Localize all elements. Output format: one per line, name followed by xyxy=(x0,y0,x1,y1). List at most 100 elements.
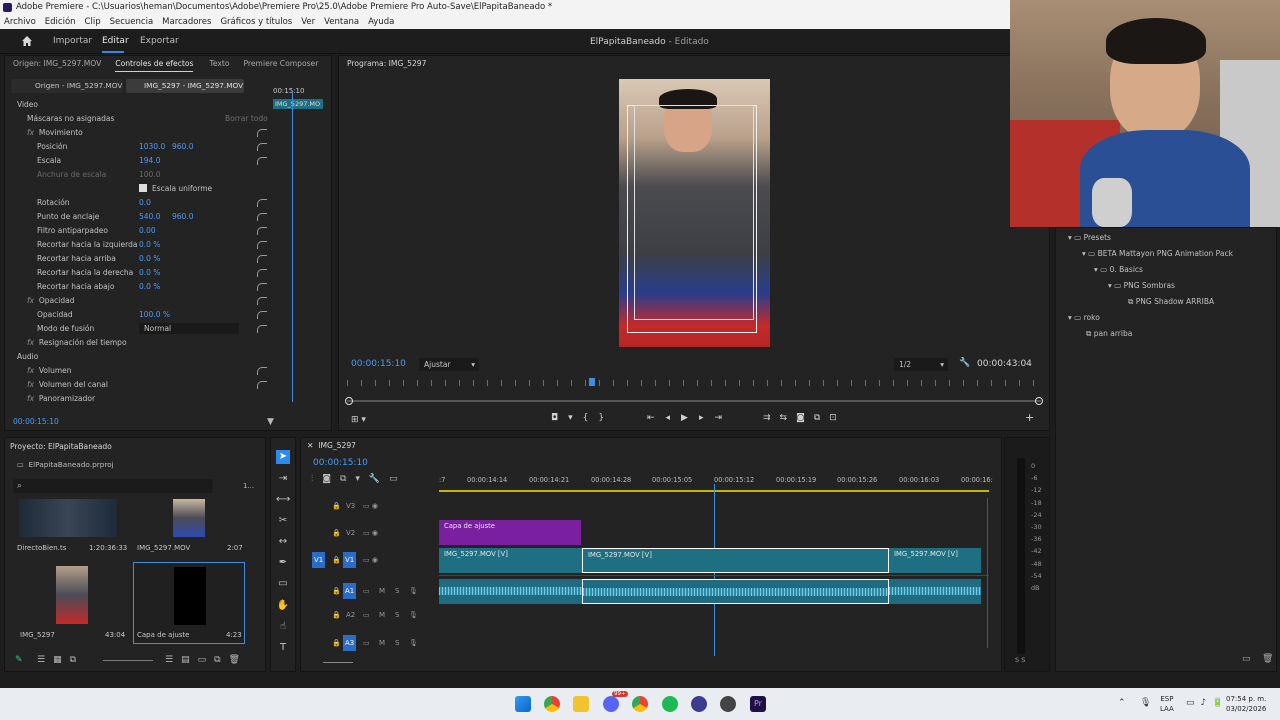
source-patch-v1[interactable]: V1 xyxy=(312,552,326,568)
project-tab[interactable]: Proyecto: ElPapitaBaneado xyxy=(10,442,112,451)
reset-icon[interactable] xyxy=(257,283,267,291)
premiere-taskbar-icon[interactable]: Pr xyxy=(750,696,766,712)
start-icon[interactable] xyxy=(515,696,531,712)
timeline-tool-icons[interactable]: ⫶◙⧉▾🔧▭ xyxy=(311,474,407,484)
view-mode-icons[interactable]: ☰▦⧉ xyxy=(37,655,84,665)
tree-png-shadow-arriba[interactable]: ⧉ PNG Shadow ARRIBA xyxy=(1128,295,1214,308)
uniform-scale-row[interactable]: Escala uniforme xyxy=(139,182,259,195)
clock[interactable]: 07:54 p. m. 03/02/2026 xyxy=(1226,694,1266,714)
tree-basics[interactable]: ▾ ▭ 0. Basics xyxy=(1094,263,1143,276)
crop-left-value[interactable]: 0.0 % xyxy=(139,238,160,251)
program-timecode[interactable]: 00:00:15:10 xyxy=(351,359,406,369)
scale-value[interactable]: 194.0 xyxy=(139,154,160,167)
project-search-input[interactable]: ⌕ xyxy=(13,479,213,493)
tray-arrow-icon[interactable]: ⌃ xyxy=(1118,698,1126,708)
position-x[interactable]: 1030.0 xyxy=(139,140,165,153)
position-y[interactable]: 960.0 xyxy=(172,140,193,153)
zoom-handle-right[interactable] xyxy=(1035,397,1043,405)
razor-tool-icon[interactable]: ✂ xyxy=(276,514,290,528)
add-button-icon[interactable]: + xyxy=(1025,411,1034,424)
channel-volume-row[interactable]: fx Volumen del canal xyxy=(27,378,267,391)
mini-timeline-clip[interactable]: IMG_5297.MO xyxy=(273,99,323,109)
clear-all-button[interactable]: Borrar todo xyxy=(225,112,268,125)
tree-presets[interactable]: ▾ ▭ Presets xyxy=(1068,231,1111,244)
clip-adjustment-layer[interactable]: Capa de ajuste xyxy=(439,520,581,545)
menu-ayuda[interactable]: Ayuda xyxy=(368,15,394,29)
thumb-directobien[interactable] xyxy=(19,499,117,537)
nav-editar[interactable]: Editar xyxy=(102,36,129,46)
menu-edicion[interactable]: Edición xyxy=(45,15,76,29)
reset-icon[interactable] xyxy=(257,297,267,305)
home-icon[interactable] xyxy=(21,35,33,47)
track-select-tool-icon[interactable]: ⇥ xyxy=(276,472,290,486)
rectangle-tool-icon[interactable]: ▭ xyxy=(276,577,290,591)
transport-controls[interactable]: ⇤◂▶▸⇥ xyxy=(647,413,733,423)
selection-tool-icon[interactable]: ➤ xyxy=(276,450,290,464)
audio-clip-a1-1[interactable] xyxy=(439,579,582,604)
reset-icon[interactable] xyxy=(257,157,267,165)
motion-row[interactable]: fx Movimiento xyxy=(27,126,267,139)
mini-playhead[interactable] xyxy=(292,92,293,402)
hand-tool-alt-icon[interactable]: ☝ xyxy=(276,620,290,634)
type-tool-icon[interactable]: T xyxy=(276,641,290,655)
tab-premiere-composer[interactable]: Premiere Composer xyxy=(243,56,318,72)
obs-icon[interactable] xyxy=(691,696,707,712)
reset-icon[interactable] xyxy=(257,227,267,235)
menu-clip[interactable]: Clip xyxy=(85,15,101,29)
crop-right-value[interactable]: 0.0 % xyxy=(139,266,160,279)
tree-png-sombras[interactable]: ▾ ▭ PNG Sombras xyxy=(1108,279,1175,292)
reset-icon[interactable] xyxy=(257,311,267,319)
delete-icon[interactable]: 🗑 xyxy=(1262,654,1273,664)
audio-clip-a1-2[interactable] xyxy=(582,579,889,604)
clip-v1-3[interactable]: IMG_5297.MOV [V] xyxy=(889,548,981,573)
program-video-frame[interactable] xyxy=(619,79,770,347)
anchor-x[interactable]: 540.0 xyxy=(139,210,160,223)
audio-clip-a1-3[interactable] xyxy=(889,579,981,604)
crop-top-value[interactable]: 0.0 % xyxy=(139,252,160,265)
pen-tool-icon[interactable]: ✒ xyxy=(276,556,290,570)
edit-controls[interactable]: ⇉⇆◙⧉⊡ xyxy=(763,413,846,423)
tree-roko[interactable]: ▾ ▭ roko xyxy=(1068,311,1100,324)
reset-icon[interactable] xyxy=(257,367,267,375)
slip-tool-icon[interactable]: ↔ xyxy=(276,535,290,549)
marker-controls[interactable]: ◘▾{} xyxy=(551,413,614,423)
effects-timecode[interactable]: 00:00:15:10 xyxy=(13,417,59,426)
thumb-size-slider[interactable] xyxy=(103,660,153,661)
menu-archivo[interactable]: Archivo xyxy=(4,15,36,29)
reset-icon[interactable] xyxy=(257,199,267,207)
menu-ver[interactable]: Ver xyxy=(301,15,315,29)
project-action-icons[interactable]: ☰▤▭⧉🗑 xyxy=(165,655,248,665)
rotation-value[interactable]: 0.0 xyxy=(139,196,151,209)
nav-importar[interactable]: Importar xyxy=(53,36,92,46)
flicker-value[interactable]: 0.00 xyxy=(139,224,156,237)
clip-v1-1[interactable]: IMG_5297.MOV [V] xyxy=(439,548,582,573)
fit-select[interactable]: Ajustar ▾ xyxy=(419,358,479,371)
menu-ventana[interactable]: Ventana xyxy=(324,15,359,29)
reset-icon[interactable] xyxy=(257,269,267,277)
timeline-zoom-bar[interactable] xyxy=(323,662,353,663)
tree-pan-arriba[interactable]: ⧉ pan arriba xyxy=(1086,327,1132,340)
hand-tool-icon[interactable]: ✋ xyxy=(276,599,290,613)
menu-secuencia[interactable]: Secuencia xyxy=(110,15,154,29)
tab-text[interactable]: Texto xyxy=(209,56,229,72)
wrench-icon[interactable]: 🔧 xyxy=(959,358,970,368)
pencil-icon[interactable]: ✎ xyxy=(15,655,23,665)
discord-icon[interactable] xyxy=(603,696,619,712)
thumb-img5297-mov[interactable] xyxy=(173,499,205,537)
panner-row[interactable]: fx Panoramizador xyxy=(27,392,267,405)
file-explorer-icon[interactable] xyxy=(573,696,589,712)
filter-icon[interactable]: ▼ xyxy=(267,417,274,427)
program-playhead[interactable] xyxy=(589,378,595,386)
anchor-y[interactable]: 960.0 xyxy=(172,210,193,223)
zoom-scrollbar[interactable] xyxy=(347,400,1041,402)
sequence-clip-tab[interactable]: IMG_5297 - IMG_5297.MOV xyxy=(126,79,244,93)
chrome-alt-icon[interactable] xyxy=(632,696,648,712)
timeline-timecode[interactable]: 00:00:15:10 xyxy=(313,458,368,468)
reset-icon[interactable] xyxy=(257,213,267,221)
volume-row[interactable]: fx Volumen xyxy=(27,364,267,377)
reset-icon[interactable] xyxy=(257,241,267,249)
source-clip-tab[interactable]: Origen - IMG_5297.MOV xyxy=(11,79,123,93)
blend-mode-select[interactable]: Normal xyxy=(139,323,239,334)
settings-icon[interactable]: ⊞ ▾ xyxy=(351,415,366,425)
program-tab[interactable]: Programa: IMG_5297 xyxy=(347,59,426,68)
